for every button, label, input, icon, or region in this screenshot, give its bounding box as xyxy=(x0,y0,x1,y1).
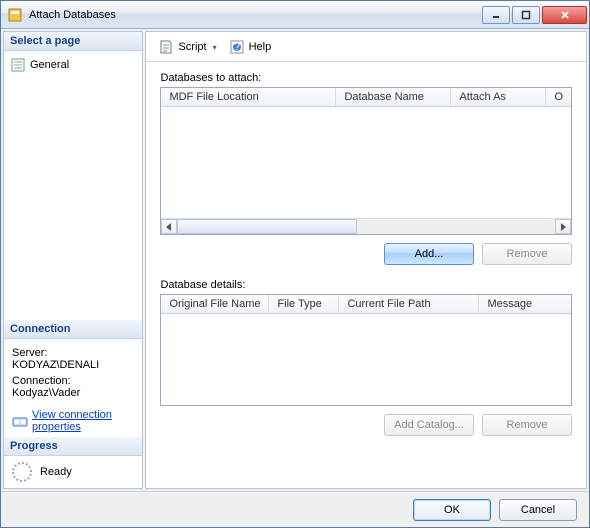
view-connection-properties-label: View connection properties xyxy=(32,409,134,433)
titlebar[interactable]: Attach Databases xyxy=(1,1,589,29)
close-button[interactable] xyxy=(542,6,587,24)
col-original-filename[interactable]: Original File Name xyxy=(161,295,269,313)
remove-database-button[interactable]: Remove xyxy=(482,243,572,265)
dialog-window: Attach Databases Select a page General C… xyxy=(0,0,590,528)
right-pane: Script ? Help Databases to attach: MDF F… xyxy=(145,31,587,489)
scroll-track[interactable] xyxy=(177,219,555,234)
remove-detail-button[interactable]: Remove xyxy=(482,414,572,436)
details-buttons: Add Catalog... Remove xyxy=(160,414,572,436)
progress-header: Progress xyxy=(4,437,142,456)
databases-grid-body[interactable] xyxy=(161,107,571,218)
help-icon: ? xyxy=(229,39,245,55)
connection-info: Server: KODYAZ\DENALI Connection: Kodyaz… xyxy=(4,339,142,437)
add-catalog-button[interactable]: Add Catalog... xyxy=(384,414,474,436)
ok-button[interactable]: OK xyxy=(413,499,491,521)
properties-icon xyxy=(12,413,28,429)
help-button[interactable]: ? Help xyxy=(225,37,276,57)
select-page-header: Select a page xyxy=(4,32,142,51)
window-buttons xyxy=(480,6,587,24)
page-item-label: General xyxy=(30,59,69,71)
databases-buttons: Add... Remove xyxy=(160,243,572,265)
help-label: Help xyxy=(249,41,272,53)
progress-area: Ready xyxy=(4,456,142,488)
dialog-footer: OK Cancel xyxy=(1,491,589,527)
databases-to-attach-label: Databases to attach: xyxy=(160,72,572,84)
col-message[interactable]: Message xyxy=(479,295,571,313)
details-grid-body[interactable] xyxy=(161,314,571,405)
cancel-button[interactable]: Cancel xyxy=(499,499,577,521)
left-pane: Select a page General Connection Server:… xyxy=(3,31,143,489)
database-details-label: Database details: xyxy=(160,279,572,291)
script-dropdown-icon[interactable] xyxy=(211,41,217,53)
window-title: Attach Databases xyxy=(29,9,480,21)
progress-spinner-icon xyxy=(12,462,32,482)
page-icon xyxy=(10,57,26,73)
col-extra[interactable]: O xyxy=(546,88,571,106)
col-current-path[interactable]: Current File Path xyxy=(339,295,479,313)
maximize-button[interactable] xyxy=(512,6,540,24)
connection-value: Kodyaz\Vader xyxy=(12,387,134,399)
databases-grid[interactable]: MDF File Location Database Name Attach A… xyxy=(160,87,572,235)
script-label: Script xyxy=(178,41,206,53)
dialog-body: Select a page General Connection Server:… xyxy=(1,29,589,491)
progress-status: Ready xyxy=(40,466,72,478)
col-attach-as[interactable]: Attach As xyxy=(451,88,546,106)
details-grid[interactable]: Original File Name File Type Current Fil… xyxy=(160,294,572,406)
details-grid-header: Original File Name File Type Current Fil… xyxy=(161,295,571,314)
script-icon xyxy=(158,39,174,55)
scroll-right-icon[interactable] xyxy=(555,219,571,234)
scroll-thumb[interactable] xyxy=(177,219,357,234)
col-file-type[interactable]: File Type xyxy=(269,295,339,313)
server-value: KODYAZ\DENALI xyxy=(12,359,134,371)
toolbar: Script ? Help xyxy=(146,32,586,62)
page-list: General xyxy=(4,51,142,320)
script-button[interactable]: Script xyxy=(154,37,220,57)
app-icon xyxy=(7,7,23,23)
databases-grid-hscroll[interactable] xyxy=(161,218,571,234)
minimize-button[interactable] xyxy=(482,6,510,24)
connection-label: Connection: xyxy=(12,375,134,387)
col-mdf-location[interactable]: MDF File Location xyxy=(161,88,336,106)
server-label: Server: xyxy=(12,347,134,359)
add-button[interactable]: Add... xyxy=(384,243,474,265)
scroll-left-icon[interactable] xyxy=(161,219,177,234)
main-content: Databases to attach: MDF File Location D… xyxy=(146,62,586,488)
databases-grid-header: MDF File Location Database Name Attach A… xyxy=(161,88,571,107)
col-database-name[interactable]: Database Name xyxy=(336,88,451,106)
view-connection-properties-link[interactable]: View connection properties xyxy=(12,409,134,433)
connection-header: Connection xyxy=(4,320,142,339)
page-item-general[interactable]: General xyxy=(10,55,136,75)
svg-text:?: ? xyxy=(234,41,240,53)
